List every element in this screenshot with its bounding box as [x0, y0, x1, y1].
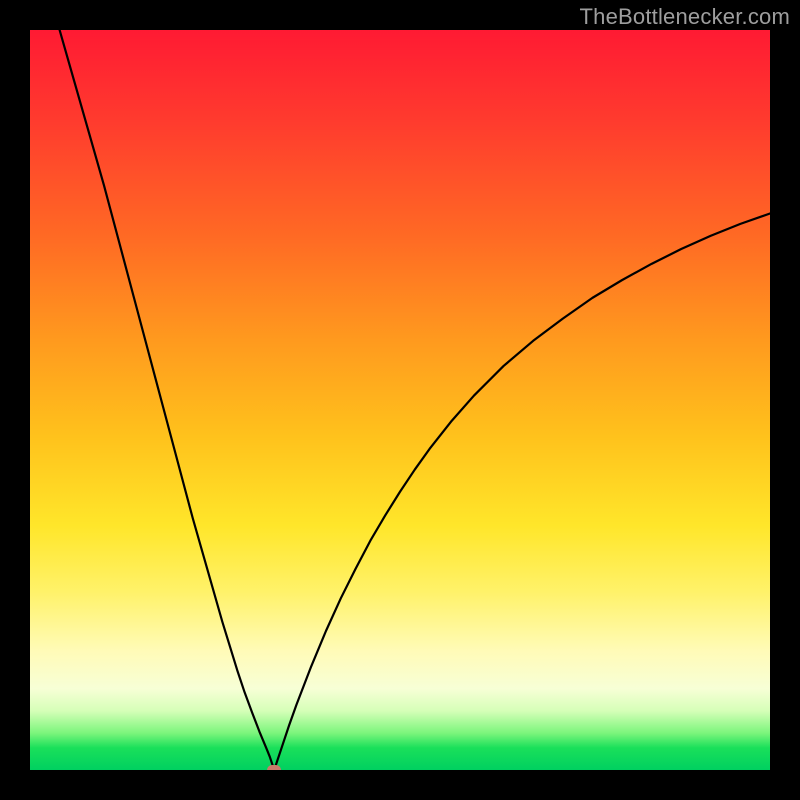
bottleneck-curve — [30, 30, 770, 770]
minimum-marker — [267, 765, 281, 770]
chart-frame: TheBottlenecker.com — [0, 0, 800, 800]
watermark-text: TheBottlenecker.com — [580, 4, 790, 30]
plot-area — [30, 30, 770, 770]
